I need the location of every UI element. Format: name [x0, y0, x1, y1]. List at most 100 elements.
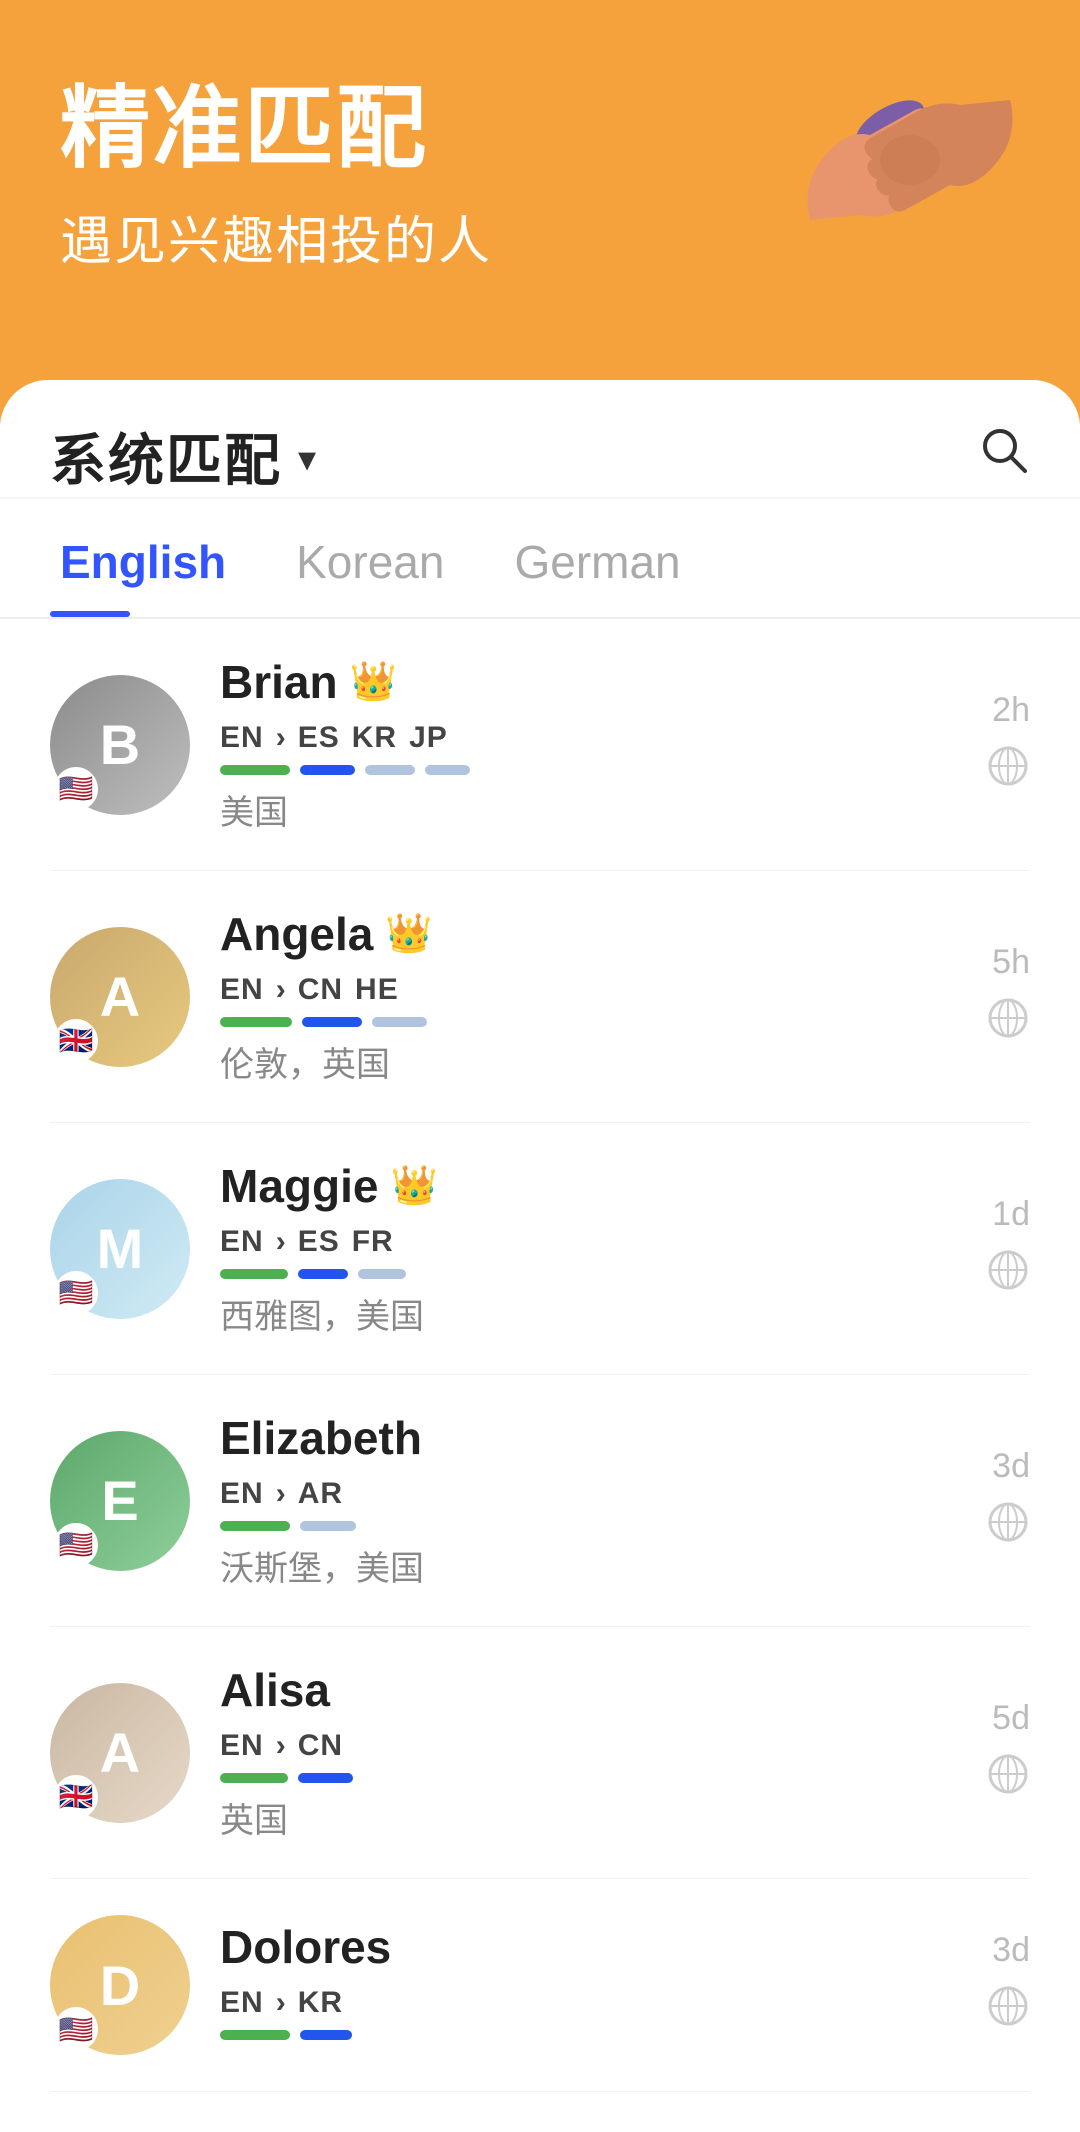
lang-from: EN [220, 1729, 264, 1763]
user-name-row: Alisa [220, 1663, 956, 1717]
list-item[interactable]: B 🇺🇸 Brian 👑 EN›ESKRJP 美国 2h [50, 619, 1030, 871]
language-tabs: English Korean German [0, 499, 1080, 619]
progress-bars [220, 2030, 956, 2040]
user-info: Alisa EN › CN 英国 [220, 1663, 956, 1842]
main-card: 系统匹配 ▾ English Korean German B 🇺🇸 [0, 380, 1080, 2132]
user-location: 美国 [220, 785, 956, 834]
user-name: Alisa [220, 1663, 330, 1717]
user-info: Maggie 👑 EN › ES FR 西雅图，美国 [220, 1159, 956, 1338]
time-ago: 5h [992, 943, 1030, 982]
progress-bars [220, 1017, 956, 1027]
user-info: Brian 👑 EN›ESKRJP 美国 [220, 655, 956, 834]
user-name-row: Elizabeth [220, 1411, 956, 1465]
user-location: 沃斯堡，美国 [220, 1541, 956, 1590]
user-name-row: Brian 👑 [220, 655, 956, 709]
progress-bars [220, 1521, 956, 1531]
lang-to: ES [298, 1225, 340, 1259]
user-name-row: Angela 👑 [220, 907, 956, 961]
user-name: Dolores [220, 1920, 391, 1974]
globe-icon [986, 1248, 1030, 1303]
lang-to: JP [409, 721, 448, 755]
crown-icon: 👑 [350, 660, 397, 704]
flag-badge: 🇺🇸 [54, 1523, 98, 1567]
progress-bars [220, 1773, 956, 1783]
user-location: 西雅图，美国 [220, 1289, 956, 1338]
avatar-wrap: D 🇺🇸 [50, 1915, 190, 2055]
search-icon[interactable] [978, 424, 1030, 489]
user-name: Elizabeth [220, 1411, 422, 1465]
lang-tags: EN › CN [220, 1729, 956, 1763]
list-item[interactable]: M 🇺🇸 Maggie 👑 EN › ES FR 西雅图，美国 1d [50, 1123, 1030, 1375]
globe-icon [986, 1752, 1030, 1807]
lang-arrow: › [276, 721, 286, 755]
time-ago: 2h [992, 691, 1030, 730]
dropdown-icon[interactable]: ▾ [298, 438, 316, 480]
lang-tags: EN›CNHE [220, 973, 956, 1007]
lang-to: KR [352, 721, 397, 755]
crown-icon: 👑 [385, 912, 432, 956]
tab-german[interactable]: German [504, 499, 740, 617]
globe-icon [986, 1984, 1030, 2039]
avatar-wrap: E 🇺🇸 [50, 1431, 190, 1571]
lang-tags: EN›KR [220, 1986, 956, 2020]
flag-badge: 🇺🇸 [54, 2007, 98, 2051]
flag-badge: 🇺🇸 [54, 767, 98, 811]
user-name: Angela [220, 907, 373, 961]
globe-icon [986, 1500, 1030, 1555]
user-location: 英国 [220, 1793, 956, 1842]
lang-to: FR [352, 1225, 394, 1259]
flag-badge: 🇬🇧 [54, 1775, 98, 1819]
search-title-area[interactable]: 系统匹配 ▾ [50, 416, 316, 497]
avatar-wrap: A 🇬🇧 [50, 1683, 190, 1823]
list-item[interactable]: D 🇺🇸 Dolores EN›KR 3d [50, 1879, 1030, 2092]
lang-to: KR [298, 1986, 343, 2020]
progress-bars [220, 1269, 956, 1279]
crown-icon: 👑 [390, 1164, 437, 1208]
time-ago: 5d [992, 1699, 1030, 1738]
lang-arrow: › [276, 1729, 286, 1763]
time-ago: 3d [992, 1931, 1030, 1970]
flag-badge: 🇬🇧 [54, 1019, 98, 1063]
lang-tags: EN›ESKRJP [220, 721, 956, 755]
lang-from: EN [220, 973, 264, 1007]
avatar-wrap: B 🇺🇸 [50, 675, 190, 815]
user-name-row: Maggie 👑 [220, 1159, 956, 1213]
list-item[interactable]: E 🇺🇸 Elizabeth EN›AR 沃斯堡，美国 3d [50, 1375, 1030, 1627]
search-bar: 系统匹配 ▾ [0, 380, 1080, 499]
user-info: Dolores EN›KR [220, 1920, 956, 2050]
lang-arrow: › [276, 1477, 286, 1511]
tab-korean[interactable]: Korean [286, 499, 504, 617]
time-ago: 3d [992, 1447, 1030, 1486]
lang-from: EN [220, 721, 264, 755]
user-list: B 🇺🇸 Brian 👑 EN › ES KR JP 美国 2h [0, 619, 1080, 2092]
lang-tags: EN › ES FR [220, 1225, 956, 1259]
lang-to: CN [298, 973, 343, 1007]
user-meta: 2h [986, 691, 1030, 799]
handshake-illustration [770, 20, 1050, 300]
user-meta: 3d [986, 1931, 1030, 2039]
user-location: 伦敦，英国 [220, 1037, 956, 1086]
tab-english[interactable]: English [50, 499, 286, 617]
list-item[interactable]: A 🇬🇧 Alisa EN › CN 英国 5d [50, 1627, 1030, 1879]
flag-badge: 🇺🇸 [54, 1271, 98, 1315]
user-info: Angela 👑 EN›CNHE 伦敦，英国 [220, 907, 956, 1086]
user-meta: 1d [986, 1195, 1030, 1303]
user-name-row: Dolores [220, 1920, 956, 1974]
lang-to: CN [298, 1729, 343, 1763]
search-title: 系统匹配 [50, 416, 282, 497]
lang-tags: EN›AR [220, 1477, 956, 1511]
list-item[interactable]: A 🇬🇧 Angela 👑 EN›CNHE 伦敦，英国 5h [50, 871, 1030, 1123]
header-section: 精准匹配 遇见兴趣相投的人 [0, 0, 1080, 380]
user-info: Elizabeth EN›AR 沃斯堡，美国 [220, 1411, 956, 1590]
progress-bars [220, 765, 956, 775]
lang-arrow: › [276, 1225, 286, 1259]
lang-from: EN [220, 1225, 264, 1259]
lang-from: EN [220, 1477, 264, 1511]
time-ago: 1d [992, 1195, 1030, 1234]
user-name: Maggie [220, 1159, 378, 1213]
globe-icon [986, 744, 1030, 799]
avatar-wrap: M 🇺🇸 [50, 1179, 190, 1319]
avatar-wrap: A 🇬🇧 [50, 927, 190, 1067]
lang-from: EN [220, 1986, 264, 2020]
user-meta: 5h [986, 943, 1030, 1051]
